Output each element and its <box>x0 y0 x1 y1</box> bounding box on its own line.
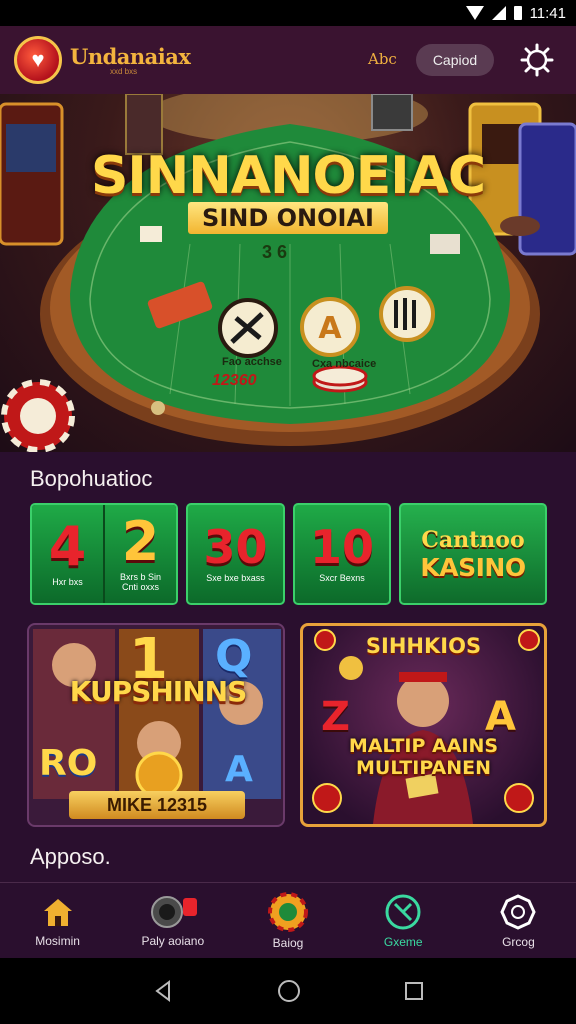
promo-right-title: SIHHKIOS <box>365 634 482 658</box>
brand-name: Undanaiax <box>70 44 191 69</box>
status-bar: 11:41 <box>0 0 576 26</box>
system-navigation-bar <box>0 958 576 1024</box>
settings-icon <box>500 893 537 930</box>
kasino-tile-title: KASINO <box>420 552 526 582</box>
tile-caption: Sxcr Bexns <box>319 573 365 584</box>
logo-icon[interactable]: ♥ <box>14 36 62 84</box>
number-tile-4[interactable]: 4 Hxr bxs <box>32 505 103 603</box>
tile-number: 2 <box>121 510 160 574</box>
signal-icon <box>491 6 506 20</box>
kasino-tile[interactable]: Cantnoo KASINO <box>399 503 547 605</box>
number-tile-pair[interactable]: 4 Hxr bxs 2 Bxrs b Sin Cnti oxxs <box>30 503 178 605</box>
hero-subtitle-text: SIND ONOIAI <box>188 202 388 234</box>
nav-label: Baiog <box>272 935 304 950</box>
felt-label-a: Fao acchse <box>222 356 282 368</box>
tile-number: 10 <box>309 520 374 575</box>
header-pill-button[interactable]: Capiod <box>416 44 494 76</box>
bet-number: 3 6 <box>262 242 288 262</box>
nav-item-slots[interactable]: Paly aoiano <box>115 883 230 958</box>
home-circle-icon[interactable] <box>276 978 302 1004</box>
settings-button[interactable] <box>518 41 556 79</box>
header-link[interactable]: Abc <box>368 50 397 68</box>
number-tile-10[interactable]: 10 Sxcr Bexns <box>293 503 391 605</box>
hero-subtitle: SIND ONOIAI <box>0 202 576 234</box>
gear-icon <box>520 43 554 77</box>
bottom-navigation: Mosimin Paly aoiano Baiog Gxeme Grcog <box>0 882 576 958</box>
tile-caption: Bxrs b Sin Cnti oxxs <box>119 572 161 592</box>
section-title-popular: Bopohuatioc <box>30 466 153 491</box>
recents-icon[interactable] <box>403 980 425 1002</box>
compass-icon <box>385 894 421 929</box>
promo-right-z: Z <box>321 694 351 740</box>
bet-amount: 12360 <box>212 372 257 389</box>
felt-label-b: Cxa nbcaice <box>312 358 377 370</box>
promo-right-text: MALTIP AAINS MULTIPANEN <box>303 735 544 780</box>
nav-label: Grcog <box>502 934 535 949</box>
promo-left-a: A <box>225 749 253 790</box>
svg-text:A: A <box>318 311 342 346</box>
back-icon[interactable] <box>151 979 175 1003</box>
number-tile-2[interactable]: 2 Bxrs b Sin Cnti oxxs <box>103 505 176 603</box>
nav-item-home[interactable]: Mosimin <box>0 883 115 958</box>
section-title-apps: Apposo. <box>30 844 111 869</box>
app-header: ♥ Undanaiax xxd bxs Abc Capiod <box>0 26 576 94</box>
slot-machine-icon <box>150 895 197 928</box>
hero-banner[interactable]: A SINNANOEIAC SIND ONOIAI 3 6 12360 Fao … <box>0 94 576 452</box>
wifi-icon <box>465 6 484 20</box>
heart-check-icon: ♥ <box>31 47 45 72</box>
nav-label: Mosimin <box>35 933 80 948</box>
poker-chip-icon <box>268 891 308 932</box>
promo-right-text-line2: MULTIPANEN <box>356 756 491 779</box>
battery-icon <box>513 6 522 20</box>
promo-left-ro: RO <box>39 743 98 784</box>
nav-item-settings[interactable]: Grcog <box>461 883 576 958</box>
hero-title: SINNANOEIAC <box>90 146 486 206</box>
tile-number: 30 <box>203 520 268 575</box>
kasino-tile-top: Cantnoo <box>421 526 525 553</box>
nav-label: Paly aoiano <box>141 933 205 948</box>
promo-right-a: A <box>485 694 516 740</box>
status-time: 11:41 <box>529 4 566 22</box>
nav-label: Gxeme <box>383 934 423 949</box>
number-tile-30[interactable]: 30 Sxe bxe bxass <box>186 503 285 605</box>
tile-number: 4 <box>48 515 87 579</box>
tile-caption: Hxr bxs <box>52 577 83 588</box>
home-icon <box>43 898 72 926</box>
promo-card-left[interactable]: 1 Q KUPSHINNS RO A MIKE 12315 <box>27 623 285 827</box>
promo-card-right[interactable]: SIHHKIOS Z A MALTIP AAINS MULTIPANEN <box>300 623 547 827</box>
promo-right-text-line1: MALTIP AAINS <box>348 735 499 757</box>
app-screen: 11:41 ♥ Undanaiax xxd bxs Abc Capiod A S… <box>0 0 576 1024</box>
brand-tagline: xxd bxs <box>110 67 138 76</box>
brand: Undanaiax xxd bxs <box>70 44 191 76</box>
promo-left-title: KUPSHINNS <box>69 675 248 708</box>
nav-item-game[interactable]: Gxeme <box>346 883 461 958</box>
promo-left-footer: MIKE 12315 <box>69 791 245 819</box>
tile-caption: Sxe bxe bxass <box>206 573 265 584</box>
nav-item-chips[interactable]: Baiog <box>230 883 345 958</box>
